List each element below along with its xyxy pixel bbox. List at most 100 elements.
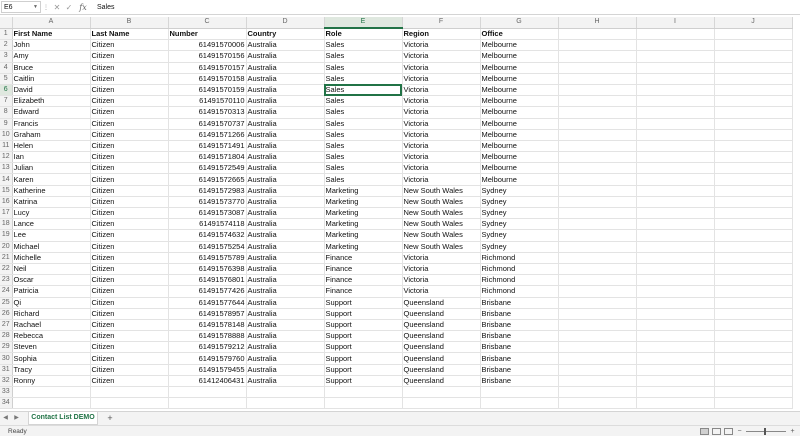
cell-d23[interactable]: Australia [246, 274, 325, 287]
cell-d27[interactable]: Australia [246, 319, 325, 332]
cell-i33[interactable] [636, 386, 715, 399]
cell-f12[interactable]: Victoria [402, 151, 481, 164]
cell-b32[interactable]: Citizen [90, 375, 169, 388]
cell-d3[interactable]: Australia [246, 50, 325, 63]
cell-g31[interactable]: Brisbane [480, 364, 559, 376]
cell-h20[interactable] [558, 241, 637, 253]
cell-h13[interactable] [558, 162, 637, 175]
cell-g28[interactable]: Brisbane [480, 330, 559, 343]
cell-a20[interactable]: Michael [12, 241, 91, 253]
cell-c31[interactable]: 61491579455 [168, 364, 247, 376]
cell-i13[interactable] [636, 162, 715, 175]
cell-b22[interactable]: Citizen [90, 263, 169, 276]
cell-a2[interactable]: John [12, 39, 91, 52]
row-header-23[interactable]: 23 [0, 274, 13, 287]
cell-g20[interactable]: Sydney [480, 241, 559, 253]
cell-b6[interactable]: Citizen [90, 84, 169, 97]
cell-f28[interactable]: Queensland [402, 330, 481, 343]
cell-c33[interactable] [168, 386, 247, 399]
cell-e24[interactable]: Finance [324, 285, 403, 298]
cell-e23[interactable]: Finance [324, 274, 403, 287]
row-header-3[interactable]: 3 [0, 50, 13, 63]
cell-e32[interactable]: Support [324, 375, 403, 388]
cell-h31[interactable] [558, 364, 637, 376]
cell-e22[interactable]: Finance [324, 263, 403, 276]
cell-d29[interactable]: Australia [246, 341, 325, 354]
row-header-5[interactable]: 5 [0, 73, 13, 85]
cell-i23[interactable] [636, 274, 715, 287]
cell-c5[interactable]: 61491570158 [168, 73, 247, 85]
cell-g23[interactable]: Richmond [480, 274, 559, 287]
cell-e12[interactable]: Sales [324, 151, 403, 164]
cell-i1[interactable] [636, 28, 715, 41]
row-header-20[interactable]: 20 [0, 241, 13, 253]
cell-b20[interactable]: Citizen [90, 241, 169, 253]
cell-h25[interactable] [558, 297, 637, 309]
row-header-25[interactable]: 25 [0, 297, 13, 309]
cell-h2[interactable] [558, 39, 637, 52]
cell-a14[interactable]: Karen [12, 173, 91, 186]
cell-e19[interactable]: Marketing [324, 229, 403, 242]
cell-f8[interactable]: Victoria [402, 106, 481, 119]
cell-a31[interactable]: Tracy [12, 364, 91, 376]
cell-e9[interactable]: Sales [324, 118, 403, 130]
row-header-29[interactable]: 29 [0, 341, 13, 354]
cell-b33[interactable] [90, 386, 169, 399]
zoom-in-icon[interactable]: + [789, 428, 796, 435]
column-header-g[interactable]: G [480, 17, 559, 29]
cell-j17[interactable] [714, 207, 793, 220]
cell-g32[interactable]: Brisbane [480, 375, 559, 388]
cell-j30[interactable] [714, 352, 793, 365]
row-header-4[interactable]: 4 [0, 62, 13, 74]
cell-j20[interactable] [714, 241, 793, 253]
column-header-e[interactable]: E [324, 17, 403, 30]
cell-e15[interactable]: Marketing [324, 185, 403, 197]
column-header-c[interactable]: C [168, 17, 247, 29]
cell-c32[interactable]: 61412406431 [168, 375, 247, 388]
cell-c20[interactable]: 61491575254 [168, 241, 247, 253]
cell-i15[interactable] [636, 185, 715, 197]
cell-i27[interactable] [636, 319, 715, 332]
cell-h12[interactable] [558, 151, 637, 164]
cell-h1[interactable] [558, 28, 637, 41]
cell-h34[interactable] [558, 397, 637, 410]
cell-f6[interactable]: Victoria [402, 84, 481, 97]
cell-f25[interactable]: Queensland [402, 297, 481, 309]
cell-h10[interactable] [558, 129, 637, 141]
cell-j22[interactable] [714, 263, 793, 276]
cell-i20[interactable] [636, 241, 715, 253]
cell-a26[interactable]: Richard [12, 308, 91, 320]
cell-i8[interactable] [636, 106, 715, 119]
cell-d30[interactable]: Australia [246, 352, 325, 365]
cell-f24[interactable]: Victoria [402, 285, 481, 298]
cell-a24[interactable]: Patricia [12, 285, 91, 298]
cell-d21[interactable]: Australia [246, 252, 325, 264]
cell-c16[interactable]: 61491573770 [168, 196, 247, 209]
cell-i9[interactable] [636, 118, 715, 130]
column-header-f[interactable]: F [402, 17, 481, 29]
cell-h16[interactable] [558, 196, 637, 209]
cell-h19[interactable] [558, 229, 637, 242]
cell-h26[interactable] [558, 308, 637, 320]
cell-c3[interactable]: 61491570156 [168, 50, 247, 63]
cell-b4[interactable]: Citizen [90, 62, 169, 74]
cell-j24[interactable] [714, 285, 793, 298]
cell-i31[interactable] [636, 364, 715, 376]
cell-j26[interactable] [714, 308, 793, 320]
cell-i24[interactable] [636, 285, 715, 298]
cell-a10[interactable]: Graham [12, 129, 91, 141]
cell-j13[interactable] [714, 162, 793, 175]
row-header-6[interactable]: 6 [0, 84, 13, 97]
cell-e21[interactable]: Finance [324, 252, 403, 264]
cell-d6[interactable]: Australia [246, 84, 325, 97]
cell-d16[interactable]: Australia [246, 196, 325, 209]
cell-i17[interactable] [636, 207, 715, 220]
cell-c18[interactable]: 61491574118 [168, 218, 247, 231]
cell-g7[interactable]: Melbourne [480, 95, 559, 108]
cell-f26[interactable]: Queensland [402, 308, 481, 320]
cell-d7[interactable]: Australia [246, 95, 325, 108]
cell-h7[interactable] [558, 95, 637, 108]
cell-c12[interactable]: 61491571804 [168, 151, 247, 164]
cell-d24[interactable]: Australia [246, 285, 325, 298]
cell-b2[interactable]: Citizen [90, 39, 169, 52]
